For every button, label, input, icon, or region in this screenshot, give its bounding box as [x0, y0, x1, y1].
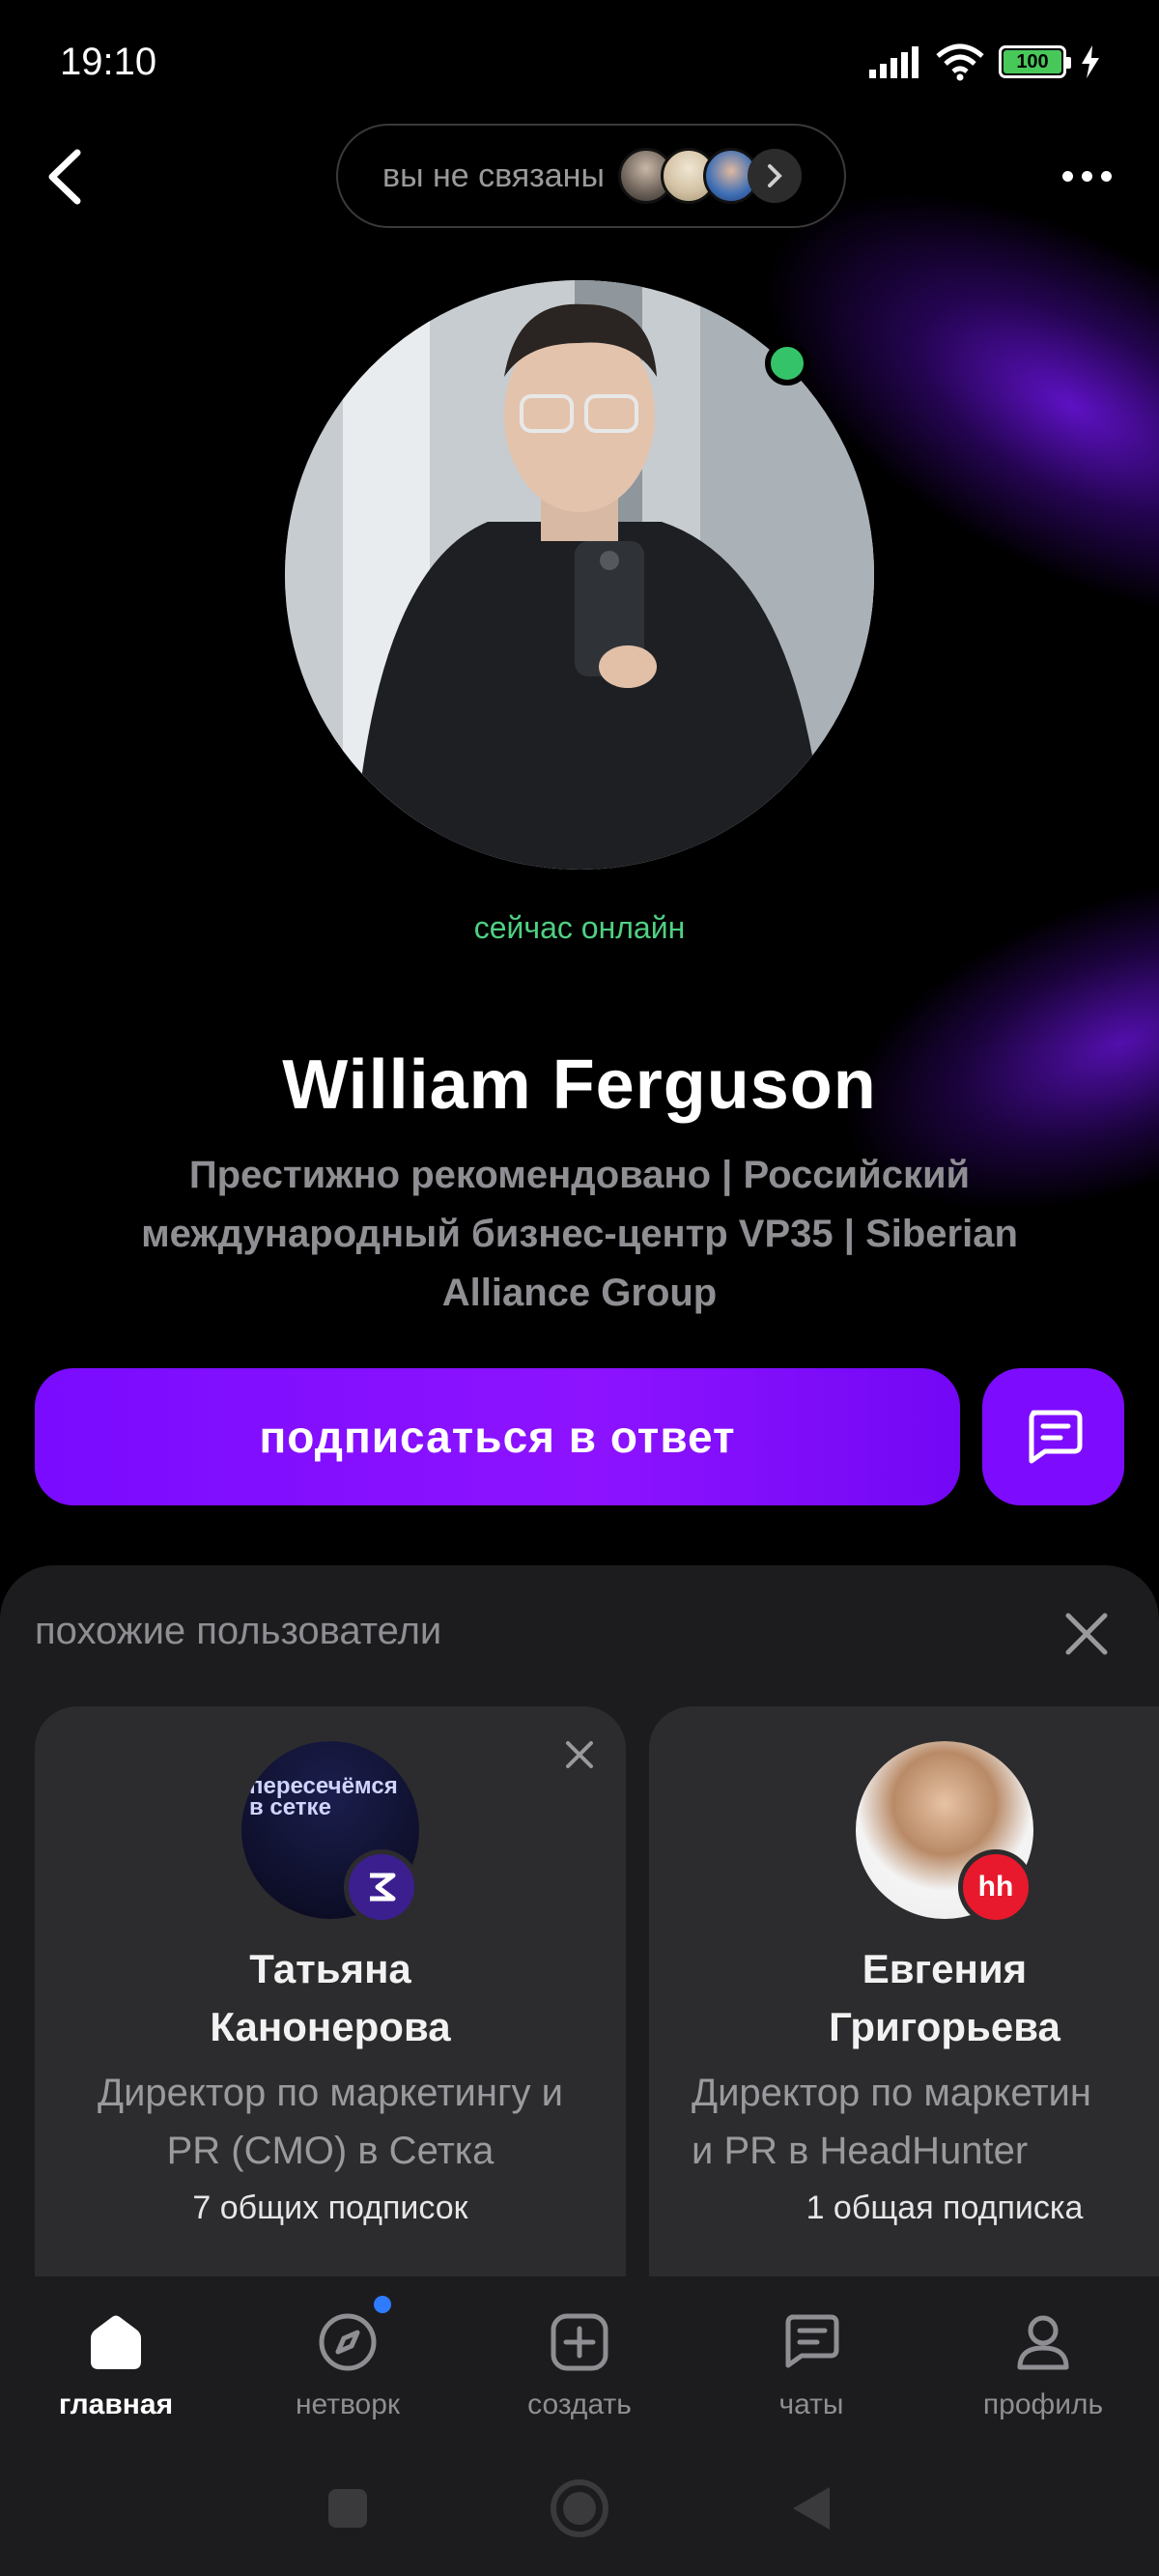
- online-indicator: [765, 341, 809, 386]
- chat-icon: [785, 2314, 839, 2368]
- plus-square-icon: [551, 2313, 608, 2371]
- home-icon: [91, 2315, 141, 2369]
- back-button[interactable]: [37, 143, 95, 211]
- back-triangle-icon[interactable]: [789, 2483, 834, 2533]
- signal-icon: [869, 46, 919, 78]
- nav-label: чаты: [778, 2389, 844, 2420]
- chevron-right-icon: [747, 149, 802, 203]
- charging-icon: [1082, 45, 1099, 78]
- nav-chats[interactable]: чаты: [695, 2276, 927, 2441]
- dot-icon: [1100, 170, 1112, 182]
- battery-level: 100: [1004, 50, 1061, 73]
- nav-label: нетворк: [295, 2389, 401, 2420]
- nav-label: главная: [58, 2389, 174, 2420]
- more-options-button[interactable]: [1053, 157, 1120, 195]
- subscribe-back-button[interactable]: подписаться в ответ: [35, 1368, 960, 1505]
- similar-user-role: Директор по маркетин и PR в HeadHunter: [692, 2072, 1091, 2172]
- compass-icon: [319, 2313, 377, 2371]
- profile-name: William Ferguson: [282, 1046, 877, 1124]
- nav-label: профиль: [982, 2389, 1104, 2420]
- recents-icon[interactable]: [325, 2486, 370, 2531]
- similar-users-title: похожие пользователи: [35, 1610, 442, 1652]
- online-status: сейчас онлайн: [473, 910, 686, 945]
- notification-dot: [373, 2296, 391, 2313]
- avatar-caption: пересечёмся в сетке: [249, 1773, 398, 1820]
- similar-users-panel: похожие пользователи пересечёмся в сетке…: [0, 1565, 1159, 2280]
- similar-user-card[interactable]: пересечёмся в сетке Татьяна Канонерова Д…: [35, 1706, 626, 2280]
- close-icon: [566, 1741, 593, 1768]
- close-icon: [1065, 1613, 1108, 1655]
- nav-profile[interactable]: профиль: [927, 2276, 1159, 2441]
- user-icon: [1017, 2315, 1069, 2370]
- bottom-navigation: главная нетворк создать чаты профиль: [0, 2276, 1159, 2441]
- similar-user-role: Директор по маркетингу и PR (CMO) в Сетк…: [97, 2072, 564, 2172]
- mutual-subscriptions: 1 общая подписка: [806, 2190, 1084, 2226]
- message-button[interactable]: [982, 1368, 1124, 1505]
- dismiss-card-button[interactable]: [560, 1735, 599, 1774]
- connection-pill[interactable]: вы не связаны: [336, 124, 846, 228]
- close-similar-button[interactable]: [1059, 1606, 1115, 1662]
- headhunter-logo-icon: hh: [958, 1849, 1033, 1925]
- status-time: 19:10: [60, 41, 157, 83]
- chevron-left-icon: [48, 149, 81, 205]
- home-circle-icon[interactable]: [550, 2478, 609, 2538]
- profile-bio: Престижно рекомендовано | Российский меж…: [141, 1154, 1018, 1314]
- dot-icon: [1081, 170, 1092, 182]
- battery-icon: 100: [999, 45, 1071, 78]
- setka-logo-icon: [344, 1849, 419, 1925]
- nav-network[interactable]: нетворк: [232, 2276, 464, 2441]
- similar-user-card[interactable]: hh Евгения Григорьева Директор по маркет…: [649, 1706, 1159, 2280]
- nav-home[interactable]: главная: [0, 2276, 232, 2441]
- wifi-icon: [936, 43, 984, 81]
- nav-label: создать: [527, 2389, 632, 2420]
- status-bar: 19:10 100: [0, 0, 1159, 126]
- status-icons: 100: [867, 43, 1101, 81]
- dot-icon: [1061, 170, 1073, 182]
- system-navigation-bar: [0, 2441, 1159, 2576]
- mutual-avatars: [617, 148, 759, 204]
- mutual-subscriptions: 7 общих подписок: [192, 2190, 468, 2226]
- connection-status-text: вы не связаны: [382, 157, 605, 194]
- similar-user-name: Татьяна Канонерова: [210, 1946, 451, 2049]
- nav-create[interactable]: создать: [464, 2276, 695, 2441]
- similar-user-name: Евгения Григорьева: [829, 1946, 1060, 2049]
- chat-icon: [1029, 1410, 1082, 1464]
